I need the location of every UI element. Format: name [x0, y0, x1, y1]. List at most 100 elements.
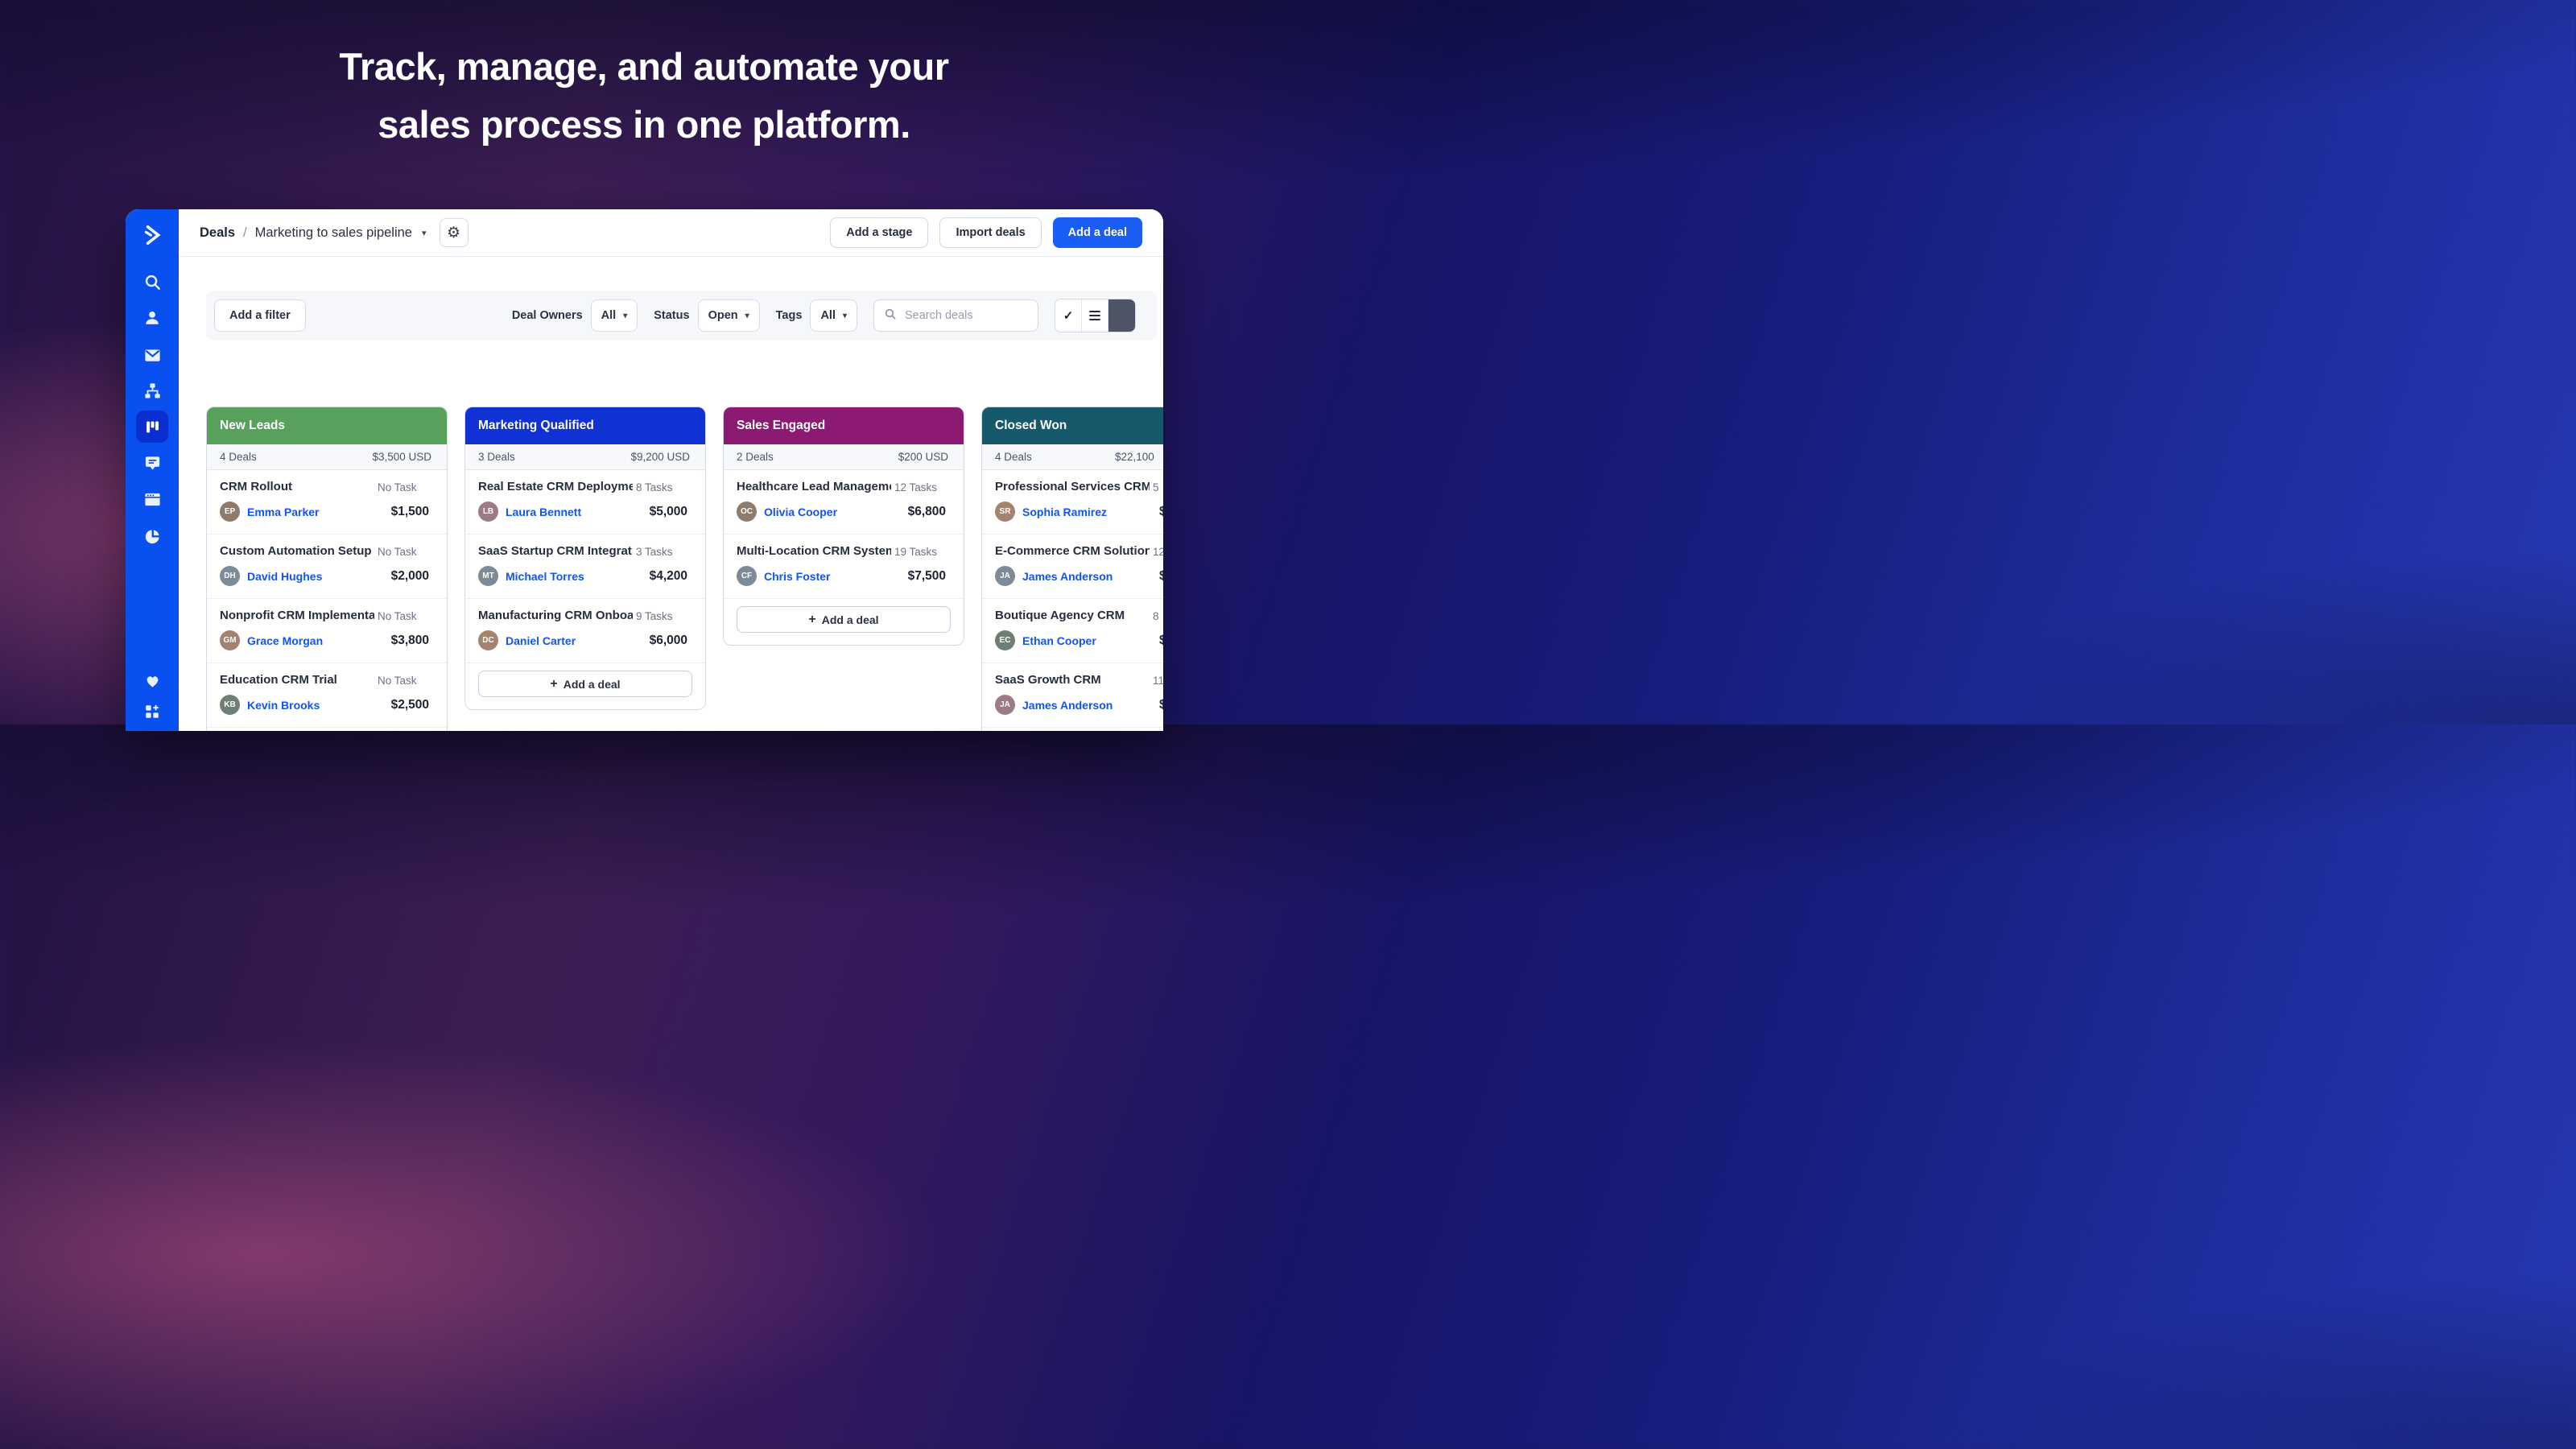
deal-owner-link[interactable]: David Hughes [247, 570, 322, 583]
deal-owner-link[interactable]: Chris Foster [764, 570, 830, 583]
avatar: DH [220, 566, 240, 586]
deal-owner-link[interactable]: James Anderson [1022, 699, 1113, 712]
pipeline-name[interactable]: Marketing to sales pipeline [255, 225, 412, 241]
deal-card[interactable]: Manufacturing CRM Onboar... 9 Tasks DC D… [465, 599, 705, 663]
deal-card[interactable]: Professional Services CRM 5 SR Sophia Ra… [982, 470, 1163, 535]
deal-owner: EC Ethan Cooper [995, 630, 1096, 650]
search-input[interactable] [903, 308, 1027, 323]
deal-owner-link[interactable]: Grace Morgan [247, 634, 323, 647]
deal-amount: $1,500 [391, 505, 429, 519]
sidebar-item-reports[interactable] [126, 527, 179, 546]
hero-line-2: sales process in one platform. [0, 96, 1288, 154]
deal-owners-dropdown[interactable]: All ▾ [591, 299, 638, 332]
pie-chart-icon [143, 527, 162, 546]
deal-owner-link[interactable]: Kevin Brooks [247, 699, 320, 712]
deal-title: SaaS Growth CRM [995, 673, 1101, 687]
sidebar-item-search[interactable] [126, 273, 179, 291]
deal-card[interactable]: SaaS Startup CRM Integration 3 Tasks MT … [465, 535, 705, 599]
deal-owner-link[interactable]: Sophia Ramirez [1022, 506, 1107, 518]
stage-stats: 4 Deals $3,500 USD [207, 444, 447, 470]
app-logo [126, 224, 179, 246]
completed-view-toggle[interactable]: ✓ [1055, 299, 1082, 332]
deal-owner-link[interactable]: Ethan Cooper [1022, 634, 1096, 647]
add-deal-button[interactable]: Add a deal [1053, 217, 1142, 248]
add-deal-row: + Add a deal [207, 728, 447, 731]
deal-owner: GM Grace Morgan [220, 630, 323, 650]
deal-title: Professional Services CRM [995, 480, 1150, 493]
deal-task-count: 8 [1153, 610, 1159, 622]
add-deal-button[interactable]: + Add a deal [478, 671, 692, 697]
deal-owner: LB Laura Bennett [478, 502, 581, 522]
tags-dropdown[interactable]: All ▾ [810, 299, 857, 332]
list-view-toggle[interactable] [1082, 299, 1108, 332]
deal-amount: $ [1159, 569, 1163, 584]
chat-bubble-icon [143, 454, 162, 473]
status-label: Status [654, 309, 689, 322]
deal-title: Education CRM Trial [220, 673, 337, 687]
deal-owner: CF Chris Foster [737, 566, 830, 586]
add-deal-button[interactable]: + Add a deal [737, 606, 951, 633]
sidebar-item-contacts[interactable] [126, 309, 179, 327]
avatar: GM [220, 630, 240, 650]
deal-card[interactable]: Healthcare Lead Management 12 Tasks OC O… [724, 470, 964, 535]
deal-card[interactable]: Multi-Location CRM System 19 Tasks CF Ch… [724, 535, 964, 599]
deal-owner-link[interactable]: Emma Parker [247, 506, 320, 518]
avatar: DC [478, 630, 498, 650]
stage-total: $9,200 USD [630, 444, 690, 469]
sidebar-item-automations[interactable] [126, 382, 179, 400]
deal-card[interactable]: Boutique Agency CRM 8 EC Ethan Cooper $ [982, 599, 1163, 663]
deal-card[interactable]: Custom Automation Setup No Task DH David… [207, 535, 447, 599]
deal-card[interactable]: Education CRM Trial No Task KB Kevin Bro… [207, 663, 447, 728]
deal-owner-link[interactable]: Olivia Cooper [764, 506, 837, 518]
deal-card[interactable]: SaaS Growth CRM 11 JA James Anderson $ [982, 663, 1163, 728]
stage-deal-count: 4 Deals [995, 444, 1032, 469]
search-icon [143, 273, 162, 291]
stage-total: $200 USD [898, 444, 948, 469]
deal-task-count: 8 Tasks [636, 481, 673, 493]
avatar: MT [478, 566, 498, 586]
import-deals-button[interactable]: Import deals [939, 217, 1041, 248]
kanban-view-toggle[interactable] [1108, 299, 1135, 332]
add-deal-row: + Add a deal [465, 663, 705, 709]
stage-deal-count: 3 Deals [478, 444, 515, 469]
deal-owners-label: Deal Owners [512, 309, 583, 322]
status-dropdown[interactable]: Open ▾ [698, 299, 760, 332]
contact-icon [143, 309, 161, 327]
chevron-down-icon[interactable]: ▾ [422, 228, 427, 238]
gear-icon: ⚙ [447, 224, 460, 242]
deal-title: SaaS Startup CRM Integration [478, 544, 633, 558]
deal-title: CRM Rollout [220, 480, 292, 493]
deal-owner-link[interactable]: Michael Torres [506, 570, 584, 583]
deal-owner-link[interactable]: James Anderson [1022, 570, 1113, 583]
deal-owner-link[interactable]: Daniel Carter [506, 634, 576, 647]
add-filter-button[interactable]: Add a filter [214, 299, 306, 332]
avatar: JA [995, 566, 1015, 586]
deal-amount: $7,500 [908, 569, 946, 584]
content-area: Add a filter Deal Owners All ▾ Status Op… [179, 257, 1163, 731]
email-icon [143, 346, 162, 365]
sidebar-item-conversations[interactable] [126, 454, 179, 473]
deal-task-count: 3 Tasks [636, 546, 673, 558]
deal-owners-value: All [601, 309, 617, 322]
sidebar-item-deals[interactable] [126, 411, 179, 443]
deal-card[interactable]: Nonprofit CRM Implementation No Task GM … [207, 599, 447, 663]
pipeline-settings-button[interactable]: ⚙ [440, 218, 469, 247]
deal-owner-link[interactable]: Laura Bennett [506, 506, 581, 518]
add-stage-button[interactable]: Add a stage [830, 217, 928, 248]
sidebar-item-site[interactable] [126, 490, 179, 509]
sidebar-item-favorites[interactable] [126, 671, 179, 690]
status-value: Open [708, 309, 738, 322]
deal-card[interactable]: Real Estate CRM Deployment 8 Tasks LB La… [465, 470, 705, 535]
stage-header: Closed Won [982, 407, 1163, 444]
sidebar-item-apps[interactable] [126, 703, 179, 720]
breadcrumb-separator: / [243, 225, 247, 241]
avatar: JA [995, 695, 1015, 715]
tags-value: All [820, 309, 836, 322]
deal-card[interactable]: E-Commerce CRM Solution 12 JA James Ande… [982, 535, 1163, 599]
stage-header: New Leads [207, 407, 447, 444]
deal-card[interactable]: CRM Rollout No Task EP Emma Parker $1,50… [207, 470, 447, 535]
deal-amount: $6,000 [650, 634, 687, 648]
activecampaign-logo-icon [141, 224, 163, 246]
add-deal-row: + Add a deal [724, 599, 964, 645]
sidebar-item-email[interactable] [126, 346, 179, 365]
